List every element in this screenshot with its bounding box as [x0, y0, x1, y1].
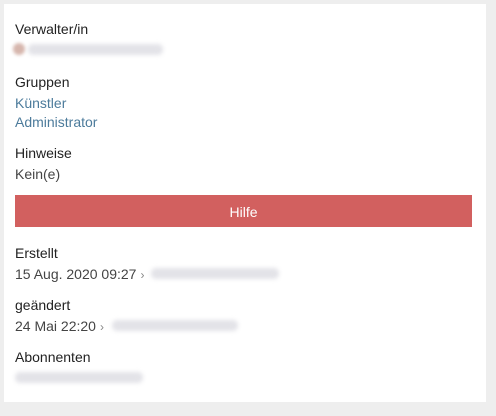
- subscribers-label: Abonnenten: [15, 349, 91, 365]
- created-date: 15 Aug. 2020 09:27: [15, 266, 137, 282]
- notes-value: Kein(e): [15, 166, 61, 182]
- group-link-administrator[interactable]: Administrator: [15, 113, 97, 131]
- manager-name-redacted[interactable]: [28, 44, 163, 55]
- manager-avatar: [13, 43, 25, 55]
- created-by-redacted[interactable]: [151, 268, 279, 279]
- created-chevron-icon: ›: [140, 268, 145, 282]
- modified-row: 24 Mai 22:20 ›: [15, 317, 104, 336]
- modified-date: 24 Mai 22:20: [15, 318, 96, 334]
- manager-label: Verwalter/in: [15, 21, 89, 37]
- subscriber-redacted[interactable]: [15, 372, 143, 383]
- modified-by-redacted[interactable]: [112, 320, 238, 331]
- notes-label: Hinweise: [15, 145, 72, 161]
- modified-chevron-icon: ›: [99, 320, 104, 334]
- created-label: Erstellt: [15, 245, 58, 261]
- details-panel: Verwalter/in Gruppen Künstler Administra…: [4, 4, 486, 402]
- help-button[interactable]: Hilfe: [15, 195, 472, 227]
- groups-label: Gruppen: [15, 74, 70, 90]
- created-row: 15 Aug. 2020 09:27 ›: [15, 265, 144, 284]
- group-link-kuenstler[interactable]: Künstler: [15, 94, 66, 112]
- modified-label: geändert: [15, 297, 71, 313]
